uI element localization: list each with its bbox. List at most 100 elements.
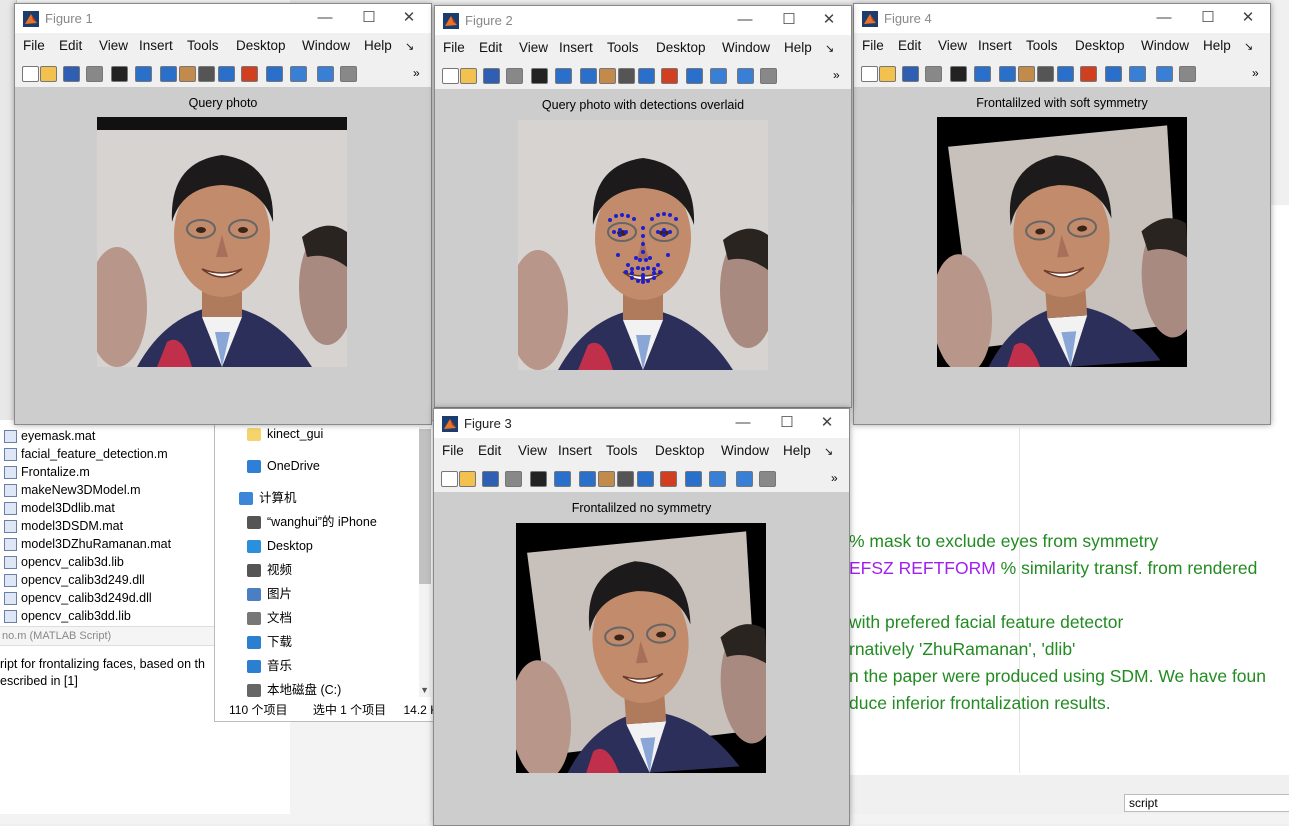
menu-file[interactable]: File [862, 38, 884, 53]
zoom-out-icon[interactable] [580, 68, 597, 84]
figure-2-window[interactable]: Figure 2 — ☐ ✕ File Edit View Insert Tools Deskto… [434, 5, 852, 408]
menu-help[interactable]: Help [783, 443, 811, 458]
explorer-nav-item[interactable]: 图片 [247, 583, 292, 605]
explorer-nav-item[interactable]: 视频 [247, 559, 292, 581]
maximize-button[interactable]: ☐ [777, 413, 797, 433]
menu-tools[interactable]: Tools [607, 40, 639, 55]
data-cursor-icon[interactable] [637, 471, 654, 487]
more-tools-icon[interactable]: » [833, 68, 848, 82]
menu-edit[interactable]: Edit [898, 38, 921, 53]
minimize-button[interactable]: — [1154, 8, 1174, 28]
legend-icon[interactable] [736, 471, 753, 487]
minimize-button[interactable]: — [733, 413, 753, 433]
print-icon[interactable] [506, 68, 523, 84]
menu-desktop[interactable]: Desktop [236, 38, 286, 53]
explorer-nav-item[interactable]: Desktop [247, 535, 313, 557]
menu-insert[interactable]: Insert [139, 38, 173, 53]
hide-plot-icon[interactable] [340, 66, 357, 82]
menu-help[interactable]: Help [364, 38, 392, 53]
link-icon[interactable] [266, 66, 283, 82]
zoom-in-icon[interactable] [554, 471, 571, 487]
menu-insert[interactable]: Insert [559, 40, 593, 55]
code-line[interactable]: rnatively 'ZhuRamanan', 'dlib' [849, 638, 1075, 660]
menu-file[interactable]: File [23, 38, 45, 53]
menu-window[interactable]: Window [302, 38, 350, 53]
data-cursor-icon[interactable] [218, 66, 235, 82]
brush-icon[interactable] [1080, 66, 1097, 82]
close-button[interactable]: ✕ [819, 10, 839, 30]
menu-overflow-icon[interactable]: ↘ [825, 42, 834, 55]
file-list-item[interactable]: opencv_calib3dd.lib [0, 607, 214, 625]
figure-canvas[interactable]: Frontalilzed no symmetry [434, 493, 849, 825]
link-icon[interactable] [686, 68, 703, 84]
explorer-nav-item[interactable]: 文档 [247, 607, 292, 629]
figure-titlebar[interactable]: Figure 3 — ☐ ✕ [434, 409, 849, 438]
minimize-button[interactable]: — [315, 8, 335, 28]
zoom-out-icon[interactable] [579, 471, 596, 487]
explorer-nav-item[interactable]: 本地磁盘 (C:) [247, 679, 341, 701]
maximize-button[interactable]: ☐ [1198, 8, 1218, 28]
menu-desktop[interactable]: Desktop [655, 443, 705, 458]
menu-help[interactable]: Help [1203, 38, 1231, 53]
pan-icon[interactable] [599, 68, 616, 84]
brush-icon[interactable] [661, 68, 678, 84]
explorer-nav-item[interactable]: 计算机 [239, 487, 297, 509]
legend-icon[interactable] [317, 66, 334, 82]
code-line[interactable]: EFSZ REFTFORM % similarity transf. from … [849, 557, 1257, 579]
link-icon[interactable] [685, 471, 702, 487]
file-list-item[interactable]: opencv_calib3d249d.dll [0, 589, 214, 607]
data-cursor-icon[interactable] [638, 68, 655, 84]
pan-icon[interactable] [598, 471, 615, 487]
explorer-nav-item[interactable]: “wanghui”的 iPhone [247, 511, 377, 533]
close-button[interactable]: ✕ [1238, 8, 1258, 28]
pointer-icon[interactable] [950, 66, 967, 82]
explorer-nav-item[interactable]: 音乐 [247, 655, 292, 677]
explorer-nav-item[interactable]: OneDrive [247, 455, 320, 477]
save-icon[interactable] [63, 66, 80, 82]
data-cursor-icon[interactable] [1057, 66, 1074, 82]
menu-window[interactable]: Window [1141, 38, 1189, 53]
menu-help[interactable]: Help [784, 40, 812, 55]
file-list-item[interactable]: makeNew3DModel.m [0, 481, 214, 499]
maximize-button[interactable]: ☐ [779, 10, 799, 30]
figure-4-window[interactable]: Figure 4 — ☐ ✕ File Edit View Insert Tools Deskto… [853, 3, 1271, 425]
zoom-in-icon[interactable] [974, 66, 991, 82]
colorbar-icon[interactable] [709, 471, 726, 487]
figure-canvas[interactable]: Frontalilzed with soft symmetry [854, 88, 1270, 424]
pointer-icon[interactable] [531, 68, 548, 84]
menu-tools[interactable]: Tools [606, 443, 638, 458]
rotate-icon[interactable] [198, 66, 215, 82]
minimize-button[interactable]: — [735, 10, 755, 30]
menu-insert[interactable]: Insert [558, 443, 592, 458]
pan-icon[interactable] [1018, 66, 1035, 82]
menu-window[interactable]: Window [721, 443, 769, 458]
file-list-item[interactable]: facial_feature_detection.m [0, 445, 214, 463]
open-icon[interactable] [879, 66, 896, 82]
more-tools-icon[interactable]: » [413, 66, 428, 80]
menu-overflow-icon[interactable]: ↘ [824, 445, 833, 458]
more-tools-icon[interactable]: » [1252, 66, 1267, 80]
close-button[interactable]: ✕ [399, 8, 419, 28]
file-list-item[interactable]: model3Ddlib.mat [0, 499, 214, 517]
more-tools-icon[interactable]: » [831, 471, 846, 485]
file-list-item[interactable]: model3DSDM.mat [0, 517, 214, 535]
explorer-scrollbar-thumb[interactable] [419, 429, 431, 584]
figure-titlebar[interactable]: Figure 4 — ☐ ✕ [854, 4, 1270, 33]
pointer-icon[interactable] [111, 66, 128, 82]
new-figure-icon[interactable] [442, 68, 459, 84]
figure-canvas[interactable]: Query photo with detections overlaid [435, 90, 851, 407]
print-icon[interactable] [925, 66, 942, 82]
menu-desktop[interactable]: Desktop [1075, 38, 1125, 53]
menu-desktop[interactable]: Desktop [656, 40, 706, 55]
figure-1-window[interactable]: Figure 1 — ☐ ✕ File Edit View Insert Tools Deskto… [14, 3, 432, 425]
explorer-nav-item[interactable]: 下载 [247, 631, 292, 653]
figure-3-window[interactable]: Figure 3 — ☐ ✕ File Edit View Insert Tools Deskto… [433, 408, 850, 826]
file-list-item[interactable]: model3DZhuRamanan.mat [0, 535, 214, 553]
save-icon[interactable] [482, 471, 499, 487]
open-icon[interactable] [460, 68, 477, 84]
code-line[interactable]: duce inferior frontalization results. [849, 692, 1111, 714]
zoom-in-icon[interactable] [555, 68, 572, 84]
file-list-item[interactable]: opencv_calib3d249.dll [0, 571, 214, 589]
menu-view[interactable]: View [518, 443, 547, 458]
zoom-out-icon[interactable] [999, 66, 1016, 82]
